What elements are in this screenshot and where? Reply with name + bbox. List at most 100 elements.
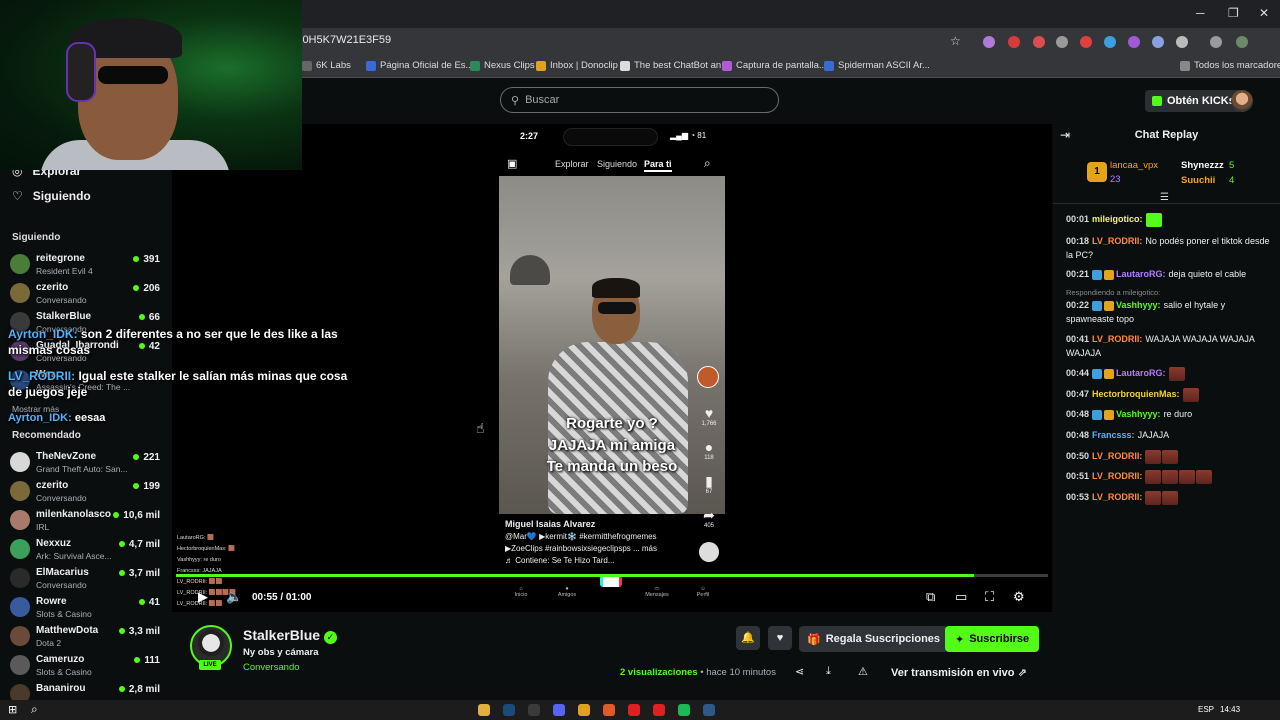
chat-message: 00:48 Vashhyyy: re duro [1066, 407, 1272, 421]
stream-category[interactable]: Conversando [243, 662, 300, 673]
message-time: 00:01 [1066, 214, 1090, 224]
search-icon: ⚲ [511, 94, 520, 107]
sidebar-nav-following[interactable]: ♡ Siguiendo [12, 189, 91, 203]
message-user[interactable]: LV_RODRII: [1092, 334, 1142, 344]
steam-icon[interactable] [503, 704, 515, 716]
theater-icon[interactable]: ▭ [955, 589, 967, 605]
channel-name: MatthewDota [36, 625, 99, 636]
sidebar-channel[interactable]: Cameruzo Slots & Casino 111 [10, 652, 160, 680]
download-icon[interactable]: ⤓ [826, 665, 831, 678]
close-icon[interactable]: ✕ [1259, 6, 1269, 20]
restore-icon[interactable]: ❐ [1228, 6, 1239, 20]
extension-icon[interactable] [1080, 36, 1092, 48]
message-user[interactable]: LautaroRG: [1116, 368, 1166, 378]
badge-icon [1092, 368, 1103, 379]
extension-icon[interactable] [1104, 36, 1116, 48]
emote-icon [1168, 366, 1185, 381]
search-input[interactable]: ⚲ Buscar [500, 87, 779, 113]
bookmark-star-icon[interactable]: ☆ [950, 34, 961, 48]
message-user[interactable]: Vashhyyy: [1116, 409, 1161, 419]
seek-bar[interactable] [176, 574, 1048, 577]
recommended-heading: Recomendado [12, 430, 81, 441]
discord-icon[interactable] [553, 704, 565, 716]
message-user[interactable]: LV_RODRII: [1092, 451, 1142, 461]
message-user[interactable]: LautaroRG: [1116, 269, 1166, 279]
follow-heart-icon[interactable]: ♥ [768, 626, 792, 650]
share-icon[interactable]: ⋖ [795, 665, 804, 678]
extension-icon[interactable] [983, 36, 995, 48]
bookmark-item[interactable]: Página Oficial de Es... [366, 60, 473, 71]
message-user[interactable]: LV_RODRII: [1092, 492, 1142, 502]
extension-icon[interactable] [1008, 36, 1020, 48]
taskbar-search-icon[interactable]: ⌕ [31, 702, 38, 717]
channel-name[interactable]: StalkerBlue ✓ [243, 627, 337, 644]
bookmark-item[interactable]: Inbox | Donoclip [536, 60, 618, 71]
watch-live-link[interactable]: Ver transmisión en vivo ⇗ [891, 666, 1027, 679]
obs-icon[interactable] [528, 704, 540, 716]
app-icon[interactable] [653, 704, 665, 716]
channel-category: Slots & Casino [36, 609, 92, 619]
channel-category: Grand Theft Auto: San... [36, 464, 128, 474]
message-user[interactable]: LV_RODRII: [1092, 471, 1142, 481]
sidebar-channel[interactable]: Rowre Slots & Casino 41 [10, 594, 160, 622]
message-user[interactable]: Vashhyyy: [1116, 300, 1161, 310]
steam-icon[interactable] [703, 704, 715, 716]
sidebar-channel[interactable]: MatthewDota Dota 2 3,3 mil [10, 623, 160, 651]
extension-icon[interactable] [1128, 36, 1140, 48]
phone-nav-friends: ● Amigos [557, 586, 577, 598]
bookmark-item[interactable]: Spiderman ASCII Ar... [824, 60, 930, 71]
explorer-icon[interactable] [478, 704, 490, 716]
pip-icon[interactable]: ⧉ [926, 589, 935, 605]
youtube-icon[interactable] [628, 704, 640, 716]
sidebar-channel[interactable]: reitegrone Resident Evil 4 391 [10, 251, 160, 279]
message-user[interactable]: mileigotico: [1092, 214, 1143, 224]
tab-for-you: Para ti [644, 159, 672, 172]
notification-bell-icon[interactable]: 🔔 [736, 626, 760, 650]
bookmark-item[interactable]: The best ChatBot an... [620, 60, 729, 71]
chrome-icon[interactable] [578, 704, 590, 716]
emote-icon [1179, 469, 1196, 484]
user-avatar[interactable] [1231, 90, 1253, 112]
channel-name: reitegrone [36, 253, 85, 264]
message-user[interactable]: HectorbroquienMas: [1092, 389, 1180, 399]
get-kicks-button[interactable]: Obtén KICKs [1145, 90, 1242, 112]
sidebar-channel[interactable]: Nexxuz Ark: Survival Asce... 4,7 mil [10, 536, 160, 564]
expand-icon[interactable]: ☰ [1160, 192, 1169, 203]
message-user[interactable]: Francsss: [1092, 430, 1135, 440]
volume-icon[interactable]: 🔈 [226, 589, 242, 605]
bookmark-item[interactable]: Nexus Clips [470, 60, 535, 71]
sidebar-channel[interactable]: milenkanolasco IRL 10,6 mil [10, 507, 160, 535]
gift-subs-button[interactable]: 🎁 Regala Suscripciones [799, 626, 949, 652]
message-user[interactable]: LV_RODRII: [1092, 236, 1142, 246]
menu-icon[interactable] [1210, 36, 1222, 48]
emote-icon [1182, 387, 1199, 402]
bookmark-item[interactable]: 6K Labs [302, 60, 351, 71]
sidebar-channel[interactable]: czerito Conversando 199 [10, 478, 160, 506]
extension-icon[interactable] [1033, 36, 1045, 48]
extension-icon[interactable] [1152, 36, 1164, 48]
all-bookmarks[interactable]: Todos los marcadores [1180, 60, 1280, 71]
video-caption-line: Te manda un beso [546, 458, 678, 475]
windows-start-icon[interactable]: ⊞ [8, 703, 17, 716]
video-caption-line: Rogarte yo ? [566, 415, 658, 432]
channel-avatar [10, 283, 30, 303]
play-icon[interactable]: ▶ [198, 589, 208, 605]
subscribe-button[interactable]: ✦ Suscribirse [945, 626, 1040, 652]
minimize-icon[interactable]: ─ [1196, 6, 1205, 20]
bookmark-item[interactable]: Captura de pantalla... [722, 60, 827, 71]
settings-icon[interactable]: ⚙ [1013, 589, 1025, 605]
sidebar-channel[interactable]: TheNevZone Grand Theft Auto: San... 221 [10, 449, 160, 477]
fullscreen-icon[interactable]: ⛶ [985, 589, 994, 605]
extension-icon[interactable] [1056, 36, 1068, 48]
report-icon[interactable]: ⚠ [858, 665, 868, 678]
stream-title: Ny obs y cámara [243, 647, 319, 658]
sidebar-channel[interactable]: ElMacarius Conversando 3,7 mil [10, 565, 160, 593]
profile-icon[interactable] [1236, 36, 1248, 48]
url-text[interactable]: l0H5K7W21E3F59 [300, 34, 391, 46]
spotify-icon[interactable] [678, 704, 690, 716]
sidebar-channel[interactable]: czerito Conversando 206 [10, 280, 160, 308]
channel-avatar [10, 655, 30, 675]
puzzle-icon[interactable] [1176, 36, 1188, 48]
brave-icon[interactable] [603, 704, 615, 716]
top-gifter-count: 23 [1110, 174, 1121, 185]
